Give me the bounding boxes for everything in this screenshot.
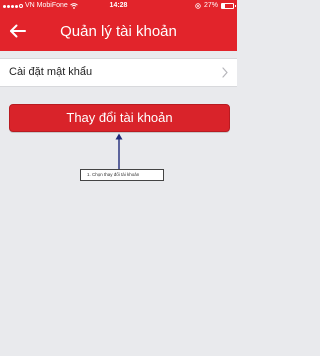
battery-percent: 27% <box>203 2 218 9</box>
chevron-right-icon <box>222 67 228 78</box>
app-screen: VN MobiFone 14:28 27% Quản lý tài khoản … <box>0 0 237 356</box>
password-settings-label: Cài đặt mật khẩu <box>9 66 93 78</box>
change-account-button[interactable]: Thay đổi tài khoản <box>9 104 230 132</box>
annotation-arrow-icon <box>115 133 123 169</box>
status-bar: VN MobiFone 14:28 27% <box>0 0 237 12</box>
password-settings-row[interactable]: Cài đặt mật khẩu <box>0 58 237 87</box>
status-bar-right: 27% <box>195 0 236 12</box>
header: VN MobiFone 14:28 27% Quản lý tài khoản <box>0 0 237 51</box>
annotation-callout: 1. Chọn thay đổi tài khoản <box>80 169 164 181</box>
battery-fill <box>222 4 225 8</box>
battery-icon <box>221 3 236 9</box>
change-account-button-label: Thay đổi tài khoản <box>66 110 173 125</box>
page-title: Quản lý tài khoản <box>60 23 177 40</box>
navigation-bar: Quản lý tài khoản <box>0 12 237 51</box>
orientation-lock-icon <box>195 3 201 9</box>
